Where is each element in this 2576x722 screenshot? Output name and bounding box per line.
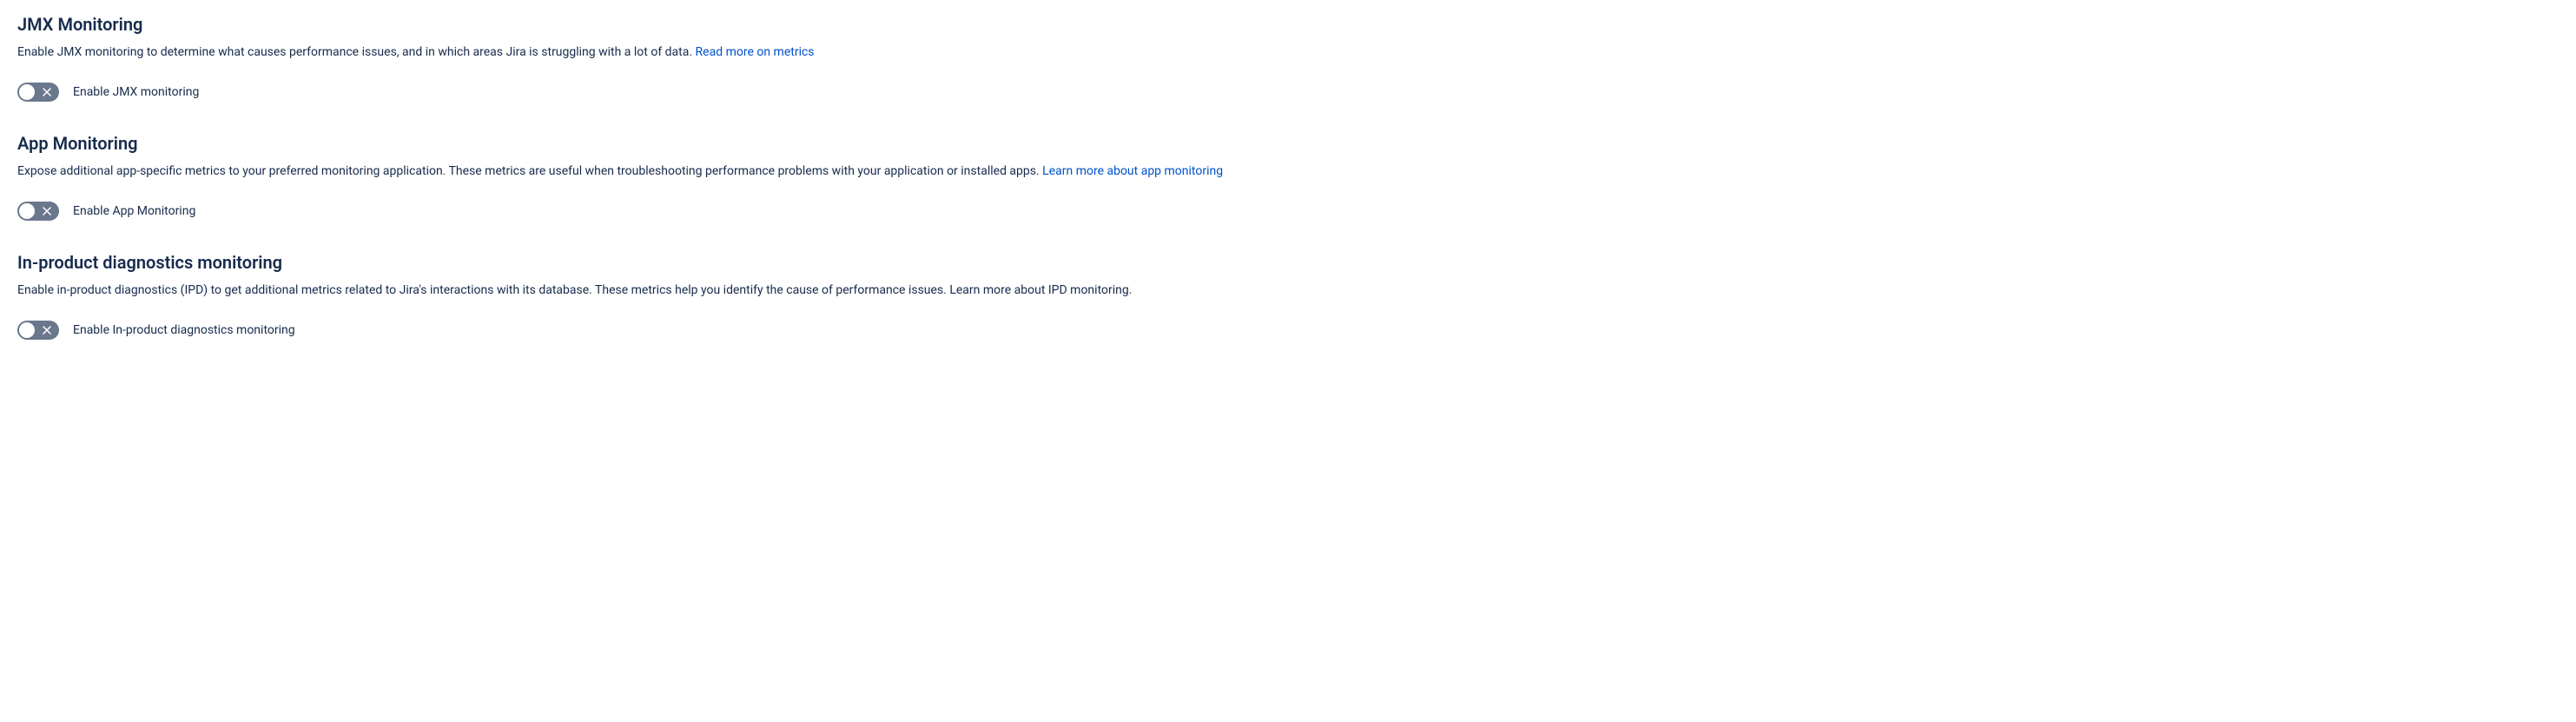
toggle-label-jmx: Enable JMX monitoring — [73, 85, 199, 99]
description-text-app: Expose additional app-specific metrics t… — [17, 164, 1042, 178]
section-title-jmx: JMX Monitoring — [17, 14, 2559, 35]
section-app-monitoring: App Monitoring Expose additional app-spe… — [17, 133, 2559, 221]
toggle-row-app: Enable App Monitoring — [17, 202, 2559, 221]
toggle-app-monitoring[interactable] — [17, 202, 59, 221]
description-text-ipd: Enable in-product diagnostics (IPD) to g… — [17, 283, 1132, 297]
toggle-jmx-monitoring[interactable] — [17, 83, 59, 102]
toggle-label-ipd: Enable In-product diagnostics monitoring — [73, 323, 295, 337]
section-title-app: App Monitoring — [17, 133, 2559, 154]
link-learn-app-monitoring[interactable]: Learn more about app monitoring — [1042, 164, 1223, 178]
toggle-row-jmx: Enable JMX monitoring — [17, 83, 2559, 102]
toggle-knob — [19, 84, 35, 100]
toggle-label-app: Enable App Monitoring — [73, 204, 195, 218]
toggle-knob — [19, 322, 35, 338]
section-description-ipd: Enable in-product diagnostics (IPD) to g… — [17, 282, 2559, 300]
section-description-jmx: Enable JMX monitoring to determine what … — [17, 43, 2559, 62]
section-title-ipd: In-product diagnostics monitoring — [17, 252, 2559, 273]
toggle-row-ipd: Enable In-product diagnostics monitoring — [17, 321, 2559, 340]
link-read-more-metrics[interactable]: Read more on metrics — [696, 45, 815, 59]
description-text-jmx: Enable JMX monitoring to determine what … — [17, 45, 696, 59]
close-icon — [43, 207, 51, 215]
toggle-ipd-monitoring[interactable] — [17, 321, 59, 340]
section-ipd-monitoring: In-product diagnostics monitoring Enable… — [17, 252, 2559, 340]
close-icon — [43, 88, 51, 96]
section-description-app: Expose additional app-specific metrics t… — [17, 162, 2559, 181]
toggle-knob — [19, 203, 35, 219]
section-jmx-monitoring: JMX Monitoring Enable JMX monitoring to … — [17, 14, 2559, 102]
close-icon — [43, 326, 51, 335]
